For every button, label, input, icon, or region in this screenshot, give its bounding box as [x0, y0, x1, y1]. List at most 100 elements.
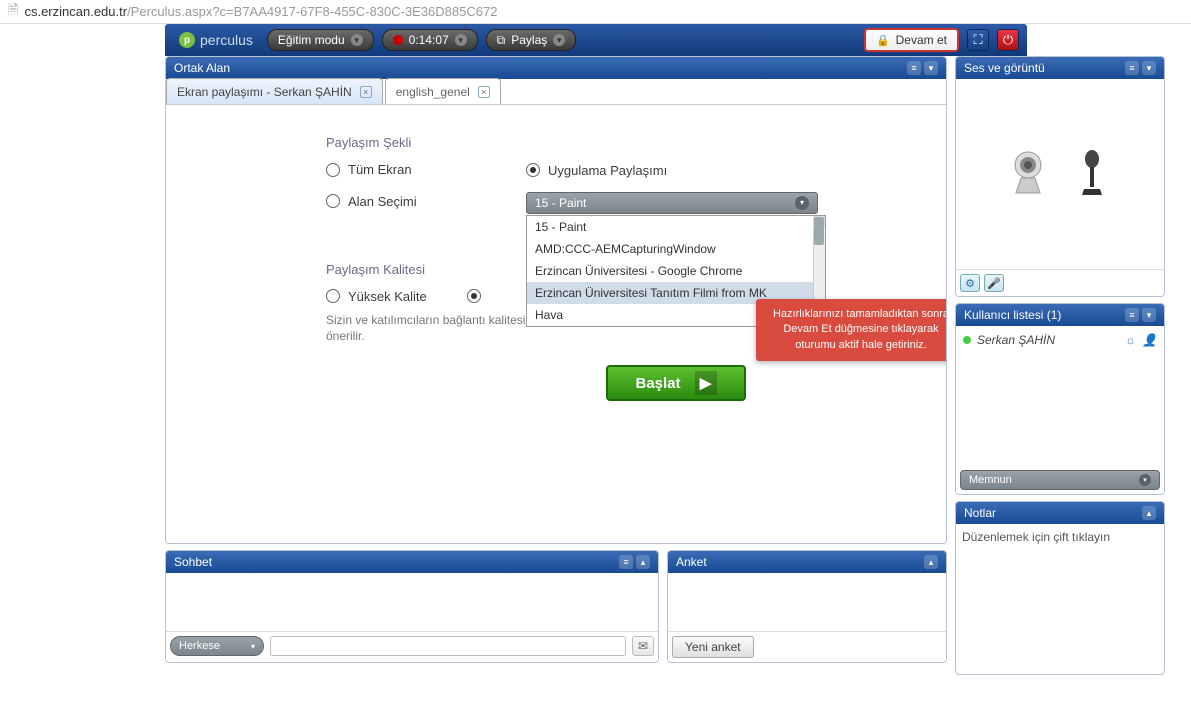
radio-alan-secimi[interactable]: Alan Seçimi — [326, 194, 417, 209]
menu-icon[interactable]: ≡ — [619, 555, 633, 569]
selected-app: 15 - Paint — [535, 196, 586, 210]
document-icon: 🗎 — [8, 1, 18, 23]
tab-screen-share[interactable]: Ekran paylaşımı - Serkan ŞAHİN × — [166, 78, 383, 104]
user-name: Serkan ŞAHİN — [977, 333, 1055, 347]
tab-label: english_genel — [396, 85, 470, 99]
tab-english-genel[interactable]: english_genel × — [385, 78, 501, 104]
chat-body — [166, 573, 658, 631]
anket-body — [668, 573, 946, 631]
dropdown-option[interactable]: Erzincan Üniversitesi - Google Chrome — [527, 260, 825, 282]
anket-panel: Anket ▴ Yeni anket — [667, 550, 947, 663]
microphone-icon — [1072, 149, 1112, 199]
radio-icon — [326, 163, 340, 177]
chevron-down-icon: ▾ — [251, 642, 255, 651]
fullscreen-button[interactable]: ⛶ — [967, 29, 989, 51]
content-area: Paylaşım Şekli Tüm Ekran Alan Seçimi — [166, 105, 946, 543]
app-selector[interactable]: 15 - Paint ▾ 15 - Paint AMD:CCC-AEMCaptu… — [526, 192, 818, 214]
radio-label: Tüm Ekran — [348, 162, 412, 177]
radio-label: Alan Seçimi — [348, 194, 417, 209]
notlar-panel: Notlar ▴ Düzenlemek için çift tıklayın — [955, 501, 1165, 675]
play-icon: ▶ — [695, 371, 717, 395]
devam-label: Devam et — [896, 33, 947, 47]
url-host: cs.erzincan.edu.tr — [24, 4, 127, 19]
lock-icon: 🔒 — [876, 34, 890, 47]
close-icon[interactable]: × — [360, 86, 372, 98]
ses-goruntu-panel: Ses ve görüntü ≡ ▾ ⚙ 🎤 — [955, 56, 1165, 297]
webcam-icon — [1008, 149, 1048, 199]
chevron-down-icon: ▾ — [795, 196, 809, 210]
gear-icon[interactable]: ☼ — [1125, 333, 1136, 347]
menu-icon[interactable]: ≡ — [907, 61, 921, 75]
devam-button[interactable]: 🔒 Devam et — [864, 28, 959, 52]
tabs: Ekran paylaşımı - Serkan ŞAHİN × english… — [166, 79, 946, 105]
chevron-down-icon: ▾ — [1139, 474, 1151, 486]
settings-button[interactable]: ⚙ — [960, 274, 980, 292]
share-icon: ⧉ — [497, 33, 506, 48]
notes-body[interactable]: Düzenlemek için çift tıklayın — [956, 524, 1164, 674]
scroll-thumb[interactable] — [814, 217, 824, 245]
radio-label: Yüksek Kalite — [348, 289, 427, 304]
radio-icon — [326, 289, 340, 303]
share-mode-title: Paylaşım Şekli — [326, 135, 906, 150]
logo: p perculus — [173, 32, 259, 48]
menu-icon[interactable]: ≡ — [1125, 61, 1139, 75]
chat-target-selector[interactable]: Herkese ▾ — [170, 636, 264, 656]
panel-title: Ortak Alan — [174, 61, 230, 75]
collapse-icon[interactable]: ▾ — [1142, 61, 1156, 75]
close-icon[interactable]: × — [478, 86, 490, 98]
chat-input[interactable] — [270, 636, 626, 656]
chevron-down-icon: ▾ — [351, 34, 363, 46]
logo-icon: p — [179, 32, 195, 48]
ortak-alan-panel: Ortak Alan ≡ ▾ Ekran paylaşımı - Serkan … — [165, 56, 947, 544]
radio-icon — [526, 163, 540, 177]
tab-label: Ekran paylaşımı - Serkan ŞAHİN — [177, 85, 352, 99]
radio-icon — [467, 289, 481, 303]
dropdown-option[interactable]: AMD:CCC-AEMCapturingWindow — [527, 238, 825, 260]
panel-title: Kullanıcı listesi (1) — [964, 308, 1061, 322]
share-label: Paylaş — [511, 33, 547, 47]
start-label: Başlat — [635, 375, 680, 392]
panel-header: Ortak Alan ≡ ▾ — [166, 57, 946, 79]
brand-text: perculus — [200, 32, 253, 48]
mode-label: Eğitim modu — [278, 33, 345, 47]
kullanici-listesi-panel: Kullanıcı listesi (1) ≡ ▾ Serkan ŞAHİN ☼… — [955, 303, 1165, 495]
status-selector[interactable]: Memnun ▾ — [960, 470, 1160, 490]
mic-test-button[interactable]: 🎤 — [984, 274, 1004, 292]
topbar: p perculus Eğitim modu ▾ 0:14:07 ▾ ⧉ Pay… — [165, 24, 1027, 56]
chevron-down-icon: ▾ — [553, 34, 565, 46]
collapse-icon[interactable]: ▴ — [924, 555, 938, 569]
radio-quality-2[interactable] — [467, 289, 481, 304]
url-path: /Perculus.aspx?c=B7AA4917-67F8-455C-830C… — [127, 4, 497, 19]
send-button[interactable]: ✉ — [632, 636, 654, 656]
radio-label: Uygulama Paylaşımı — [548, 163, 667, 178]
radio-yuksek-kalite[interactable]: Yüksek Kalite — [326, 289, 427, 304]
collapse-icon[interactable]: ▾ — [924, 61, 938, 75]
radio-tum-ekran[interactable]: Tüm Ekran — [326, 162, 412, 177]
user-row[interactable]: Serkan ŞAHİN ☼ 👤 — [960, 330, 1160, 350]
panel-title: Notlar — [964, 506, 996, 520]
panel-title: Sohbet — [174, 555, 212, 569]
baslat-button[interactable]: Başlat ▶ — [606, 365, 746, 401]
status-label: Memnun — [969, 474, 1012, 486]
timer-text: 0:14:07 — [409, 33, 449, 47]
menu-icon[interactable]: ≡ — [1125, 308, 1139, 322]
share-pill[interactable]: ⧉ Paylaş ▾ — [486, 29, 577, 51]
yeni-anket-button[interactable]: Yeni anket — [672, 636, 754, 658]
timer-pill[interactable]: 0:14:07 ▾ — [382, 29, 478, 51]
collapse-icon[interactable]: ▾ — [1142, 308, 1156, 322]
collapse-icon[interactable]: ▴ — [636, 555, 650, 569]
button-label: Yeni anket — [685, 640, 741, 654]
panel-title: Anket — [676, 555, 707, 569]
radio-uygulama[interactable]: Uygulama Paylaşımı — [526, 163, 667, 178]
user-icon[interactable]: 👤 — [1142, 333, 1157, 347]
radio-icon — [326, 194, 340, 208]
tooltip: Hazırlıklarınızı tamamladıktan sonra Dev… — [756, 299, 947, 361]
mode-selector[interactable]: Eğitim modu ▾ — [267, 29, 374, 51]
dropdown-option[interactable]: 15 - Paint — [527, 216, 825, 238]
panel-title: Ses ve görüntü — [964, 61, 1045, 75]
status-dot-icon — [963, 336, 971, 344]
collapse-icon[interactable]: ▴ — [1142, 506, 1156, 520]
url-bar: 🗎 cs.erzincan.edu.tr/Perculus.aspx?c=B7A… — [0, 0, 1191, 24]
record-icon — [393, 35, 403, 45]
power-button[interactable]: ⏻ — [997, 29, 1019, 51]
